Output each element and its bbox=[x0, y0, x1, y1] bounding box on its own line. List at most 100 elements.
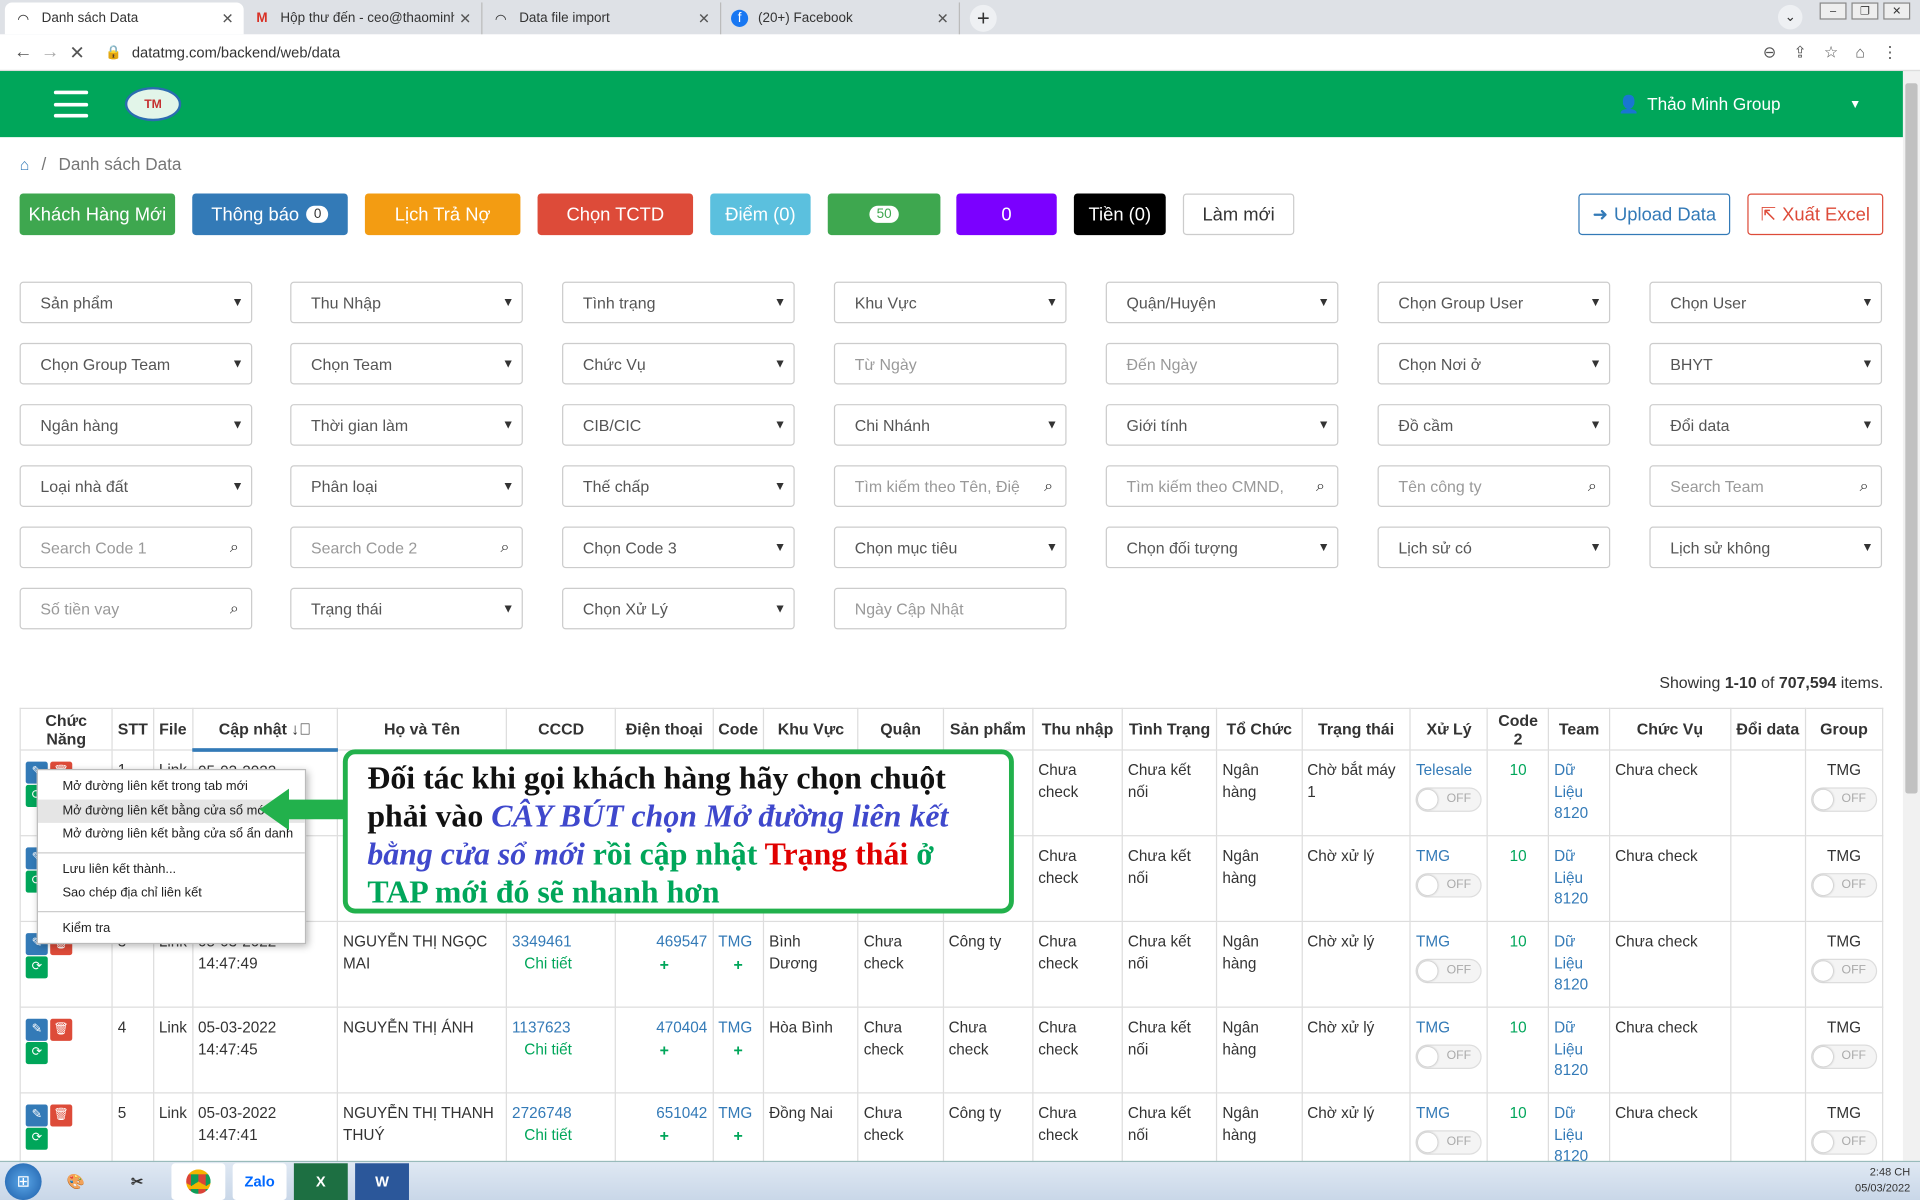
filter-select[interactable]: Lịch sử có ▼ bbox=[1377, 526, 1611, 569]
add-icon[interactable]: + bbox=[718, 1125, 758, 1146]
edit-pen-icon[interactable]: ✎ bbox=[25, 1104, 48, 1127]
search-filter-input[interactable]: Search Code 2 ⌕ bbox=[290, 526, 523, 569]
group-toggle[interactable]: OFF bbox=[1810, 786, 1878, 812]
phone-link[interactable]: 651042 bbox=[621, 1103, 707, 1124]
add-icon[interactable]: + bbox=[621, 953, 707, 974]
notice-button[interactable]: Thông báo 0 bbox=[192, 193, 348, 236]
handle-toggle[interactable]: OFF bbox=[1416, 872, 1483, 897]
filter-select[interactable]: Chọn Group Team ▼ bbox=[19, 342, 253, 385]
filter-select[interactable]: Quận/Huyện ▼ bbox=[1105, 281, 1339, 324]
close-window-button[interactable]: ✕ bbox=[1883, 2, 1911, 20]
filter-select[interactable]: Trạng thái ▼ bbox=[290, 587, 523, 630]
page-scrollbar[interactable] bbox=[1902, 71, 1920, 1161]
search-filter-input[interactable]: Search Team ⌕ bbox=[1649, 465, 1883, 507]
phone-link[interactable]: 470404 bbox=[621, 1018, 707, 1039]
filter-select[interactable]: Thời gian làm ▼ bbox=[290, 404, 523, 446]
browser-tab[interactable]: ◠ Data file import ✕ bbox=[482, 2, 722, 35]
upload-data-button[interactable]: ➜ Upload Data bbox=[1578, 193, 1731, 236]
filter-select[interactable]: Loại nhà đất ▼ bbox=[19, 465, 253, 507]
search-filter-input[interactable]: Tìm kiếm theo Tên, Điệ ⌕ bbox=[833, 465, 1067, 507]
group-toggle[interactable]: OFF bbox=[1810, 1043, 1878, 1069]
delete-icon[interactable]: 🗑 bbox=[50, 1018, 73, 1041]
add-icon[interactable]: + bbox=[718, 1039, 758, 1060]
filter-select[interactable]: Ngân hàng ▼ bbox=[19, 404, 253, 446]
browser-tab[interactable]: ◠ Danh sách Data ✕ bbox=[4, 2, 244, 35]
home-icon[interactable]: ⌂ bbox=[20, 155, 30, 173]
money-button[interactable]: Tiền (0) bbox=[1073, 193, 1166, 236]
company-logo[interactable]: TM bbox=[124, 86, 182, 122]
sync-icon[interactable]: ⟳ bbox=[25, 956, 48, 979]
hamburger-menu-icon[interactable] bbox=[53, 90, 89, 118]
detail-link[interactable]: Chi tiết bbox=[512, 1125, 610, 1146]
handle-link[interactable]: TMG bbox=[1416, 1103, 1482, 1124]
search-icon[interactable]: ⌕ bbox=[230, 599, 239, 619]
close-tab-icon[interactable]: ✕ bbox=[698, 10, 710, 27]
share-icon[interactable]: ⇪ bbox=[1793, 42, 1806, 62]
add-icon[interactable]: + bbox=[718, 953, 758, 974]
search-filter-input[interactable]: Tên công ty ⌕ bbox=[1377, 465, 1611, 507]
column-header[interactable]: Cập nhật ↓⃧ bbox=[191, 707, 339, 752]
group-toggle[interactable]: OFF bbox=[1810, 872, 1878, 897]
detail-link[interactable]: Chi tiết bbox=[512, 1039, 610, 1060]
extension-icon[interactable]: ⌂ bbox=[1855, 42, 1865, 62]
search-icon[interactable]: ⌕ bbox=[1860, 476, 1869, 496]
tab-search-icon[interactable]: ⌄ bbox=[1777, 4, 1803, 30]
filter-select[interactable]: Chọn Group User ▼ bbox=[1377, 281, 1611, 324]
handle-toggle[interactable]: OFF bbox=[1416, 1043, 1483, 1069]
search-icon[interactable]: ⌕ bbox=[230, 538, 239, 558]
handle-link[interactable]: TMG bbox=[1416, 932, 1482, 953]
filter-select[interactable]: Chọn Nơi ở ▼ bbox=[1377, 342, 1611, 385]
search-icon[interactable]: ⌕ bbox=[500, 538, 509, 558]
file-link[interactable]: Link bbox=[159, 1104, 187, 1121]
new-tab-button[interactable]: + bbox=[969, 4, 997, 32]
minimize-button[interactable]: – bbox=[1819, 2, 1847, 20]
purple-count-button[interactable]: 0 bbox=[956, 193, 1057, 236]
browser-tab[interactable]: f (20+) Facebook ✕ bbox=[721, 2, 961, 35]
debt-schedule-button[interactable]: Lịch Trả Nợ bbox=[364, 193, 521, 236]
team-link[interactable]: Dữ Liệu 8120 bbox=[1554, 1104, 1588, 1164]
refresh-button[interactable]: Làm mới bbox=[1182, 193, 1295, 236]
filter-select[interactable]: Sản phẩm ▼ bbox=[19, 281, 253, 324]
filter-select[interactable]: BHYT ▼ bbox=[1649, 342, 1883, 385]
close-tab-icon[interactable]: ✕ bbox=[222, 10, 234, 27]
green-count-button[interactable]: 50 bbox=[827, 193, 941, 236]
user-menu[interactable]: 👤 Thảo Minh Group ▼ bbox=[1618, 94, 1861, 115]
filter-select[interactable]: Lịch sử không ▼ bbox=[1649, 526, 1883, 569]
team-link[interactable]: Dữ Liệu 8120 bbox=[1554, 762, 1588, 822]
cccd-link[interactable]: 2726748 bbox=[512, 1103, 610, 1124]
search-filter-input[interactable]: Tìm kiếm theo CMND, ⌕ bbox=[1105, 465, 1339, 507]
excel-icon[interactable]: X bbox=[293, 1162, 348, 1200]
filter-select[interactable]: Chọn Code 3 ▼ bbox=[562, 526, 795, 569]
search-icon[interactable]: ⌕ bbox=[1044, 476, 1053, 496]
code-link[interactable]: TMG bbox=[718, 932, 758, 953]
search-icon[interactable]: ⌕ bbox=[1316, 476, 1325, 496]
filter-select[interactable]: Chi Nhánh ▼ bbox=[833, 404, 1067, 446]
date-filter-input[interactable]: Ngày Cập Nhật bbox=[833, 587, 1067, 630]
delete-icon[interactable]: 🗑 bbox=[50, 1104, 73, 1127]
group-toggle[interactable]: OFF bbox=[1810, 958, 1878, 983]
filter-select[interactable]: Thu Nhập ▼ bbox=[290, 281, 523, 324]
ctx-save-link[interactable]: Lưu liên kết thành... bbox=[38, 858, 305, 882]
filter-select[interactable]: Giới tính ▼ bbox=[1105, 404, 1339, 446]
date-filter-input[interactable]: Đến Ngày bbox=[1105, 342, 1339, 385]
team-link[interactable]: Dữ Liệu 8120 bbox=[1554, 1019, 1588, 1079]
filter-select[interactable]: Chọn mục tiêu ▼ bbox=[833, 526, 1067, 569]
browser-tab[interactable]: M Hộp thư đến - ceo@thaominhgr ✕ bbox=[244, 2, 483, 35]
ctx-inspect[interactable]: Kiểm tra bbox=[38, 917, 305, 941]
zalo-icon[interactable]: Zalo bbox=[232, 1162, 287, 1200]
filter-select[interactable]: Chọn Xử Lý ▼ bbox=[562, 587, 795, 630]
filter-select[interactable]: Chọn Team ▼ bbox=[290, 342, 523, 385]
filter-select[interactable]: Đổi data ▼ bbox=[1649, 404, 1883, 446]
search-filter-input[interactable]: Search Code 1 ⌕ bbox=[19, 526, 253, 569]
sync-icon[interactable]: ⟳ bbox=[25, 1127, 48, 1150]
filter-select[interactable]: Tình trạng ▼ bbox=[562, 281, 795, 324]
stop-icon[interactable]: ✕ bbox=[64, 41, 91, 63]
restore-button[interactable]: ❐ bbox=[1851, 2, 1879, 20]
close-tab-icon[interactable]: ✕ bbox=[459, 10, 471, 27]
filter-select[interactable]: Phân loại ▼ bbox=[290, 465, 523, 507]
sync-icon[interactable]: ⟳ bbox=[25, 1042, 48, 1065]
points-button[interactable]: Điểm (0) bbox=[710, 193, 811, 236]
code-link[interactable]: TMG bbox=[718, 1018, 758, 1039]
filter-select[interactable]: Chọn đối tượng ▼ bbox=[1105, 526, 1339, 569]
handle-toggle[interactable]: OFF bbox=[1416, 958, 1483, 983]
